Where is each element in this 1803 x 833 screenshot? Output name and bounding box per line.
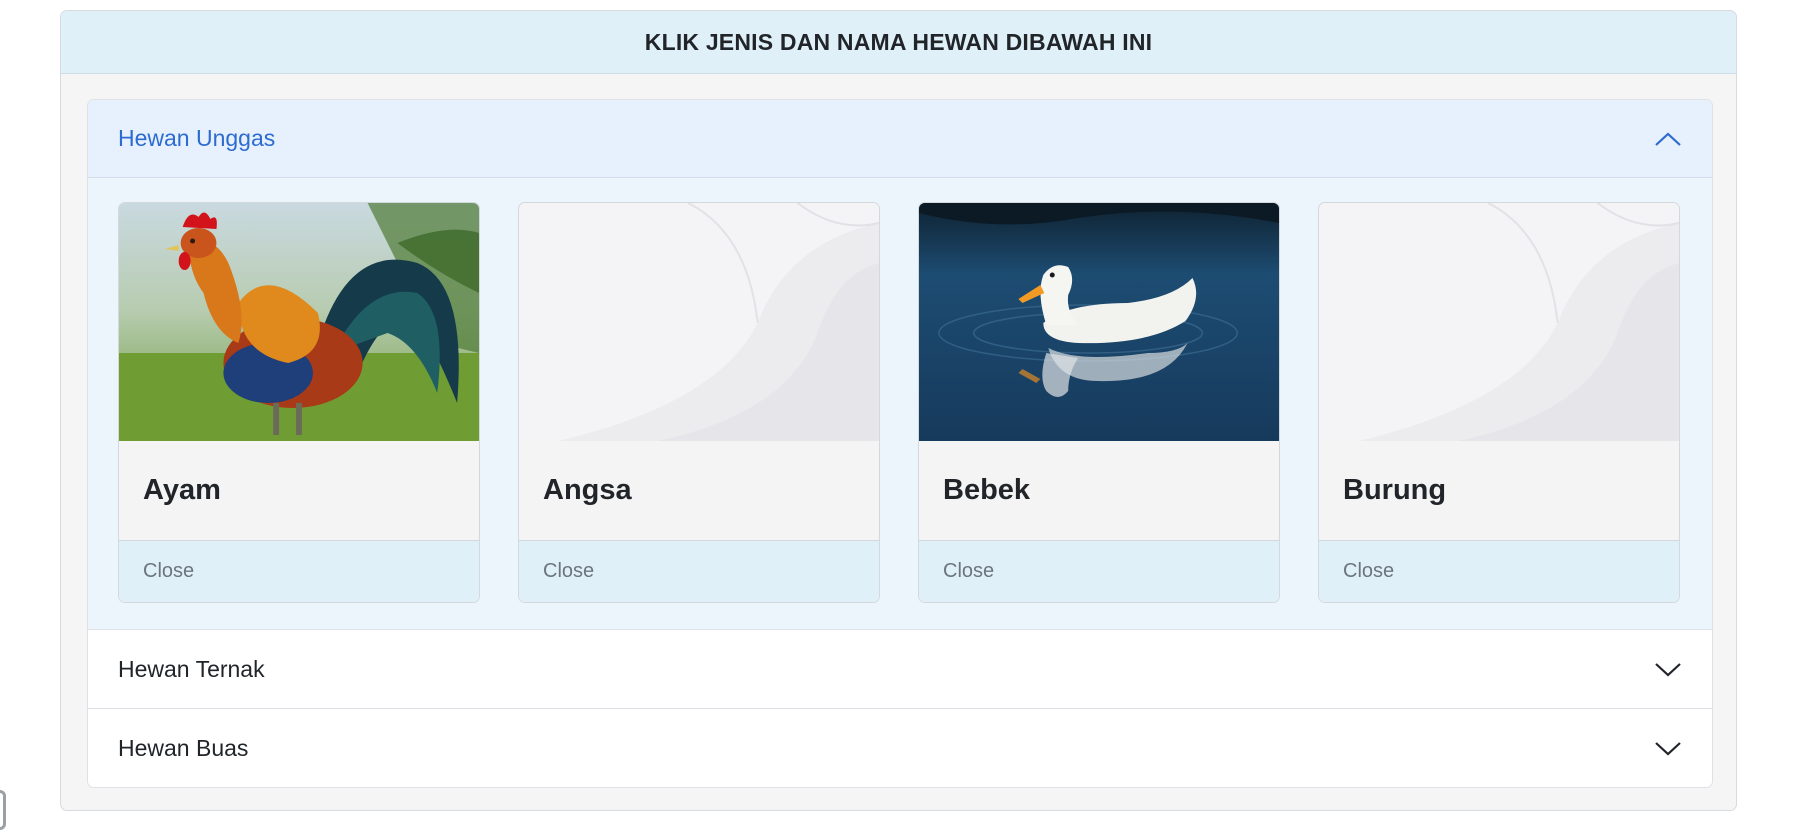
accordion-item-hewan-ternak: Hewan Ternak (88, 630, 1712, 709)
placeholder-wave-image (519, 203, 879, 441)
chevron-down-icon (1654, 738, 1682, 758)
accordion-item-hewan-buas: Hewan Buas (88, 709, 1712, 787)
card-close-button[interactable]: Close (119, 540, 479, 602)
animal-card-burung[interactable]: Burung Close (1318, 202, 1680, 603)
window-edge-decoration (0, 790, 6, 830)
chevron-up-icon (1654, 129, 1682, 149)
accordion-body-hewan-unggas: Ayam Close Angsa Close Bebek Close Burun… (88, 178, 1712, 629)
rooster-image (119, 203, 479, 441)
card-title: Ayam (143, 474, 221, 506)
panel-title: KLIK JENIS DAN NAMA HEWAN DIBAWAH INI (61, 11, 1736, 74)
accordion-label: Hewan Unggas (118, 125, 276, 151)
animal-card-bebek[interactable]: Bebek Close (918, 202, 1280, 603)
card-title: Burung (1343, 474, 1447, 506)
card-close-button[interactable]: Close (919, 540, 1279, 602)
accordion-header-hewan-ternak[interactable]: Hewan Ternak (88, 630, 1712, 708)
animal-panel: KLIK JENIS DAN NAMA HEWAN DIBAWAH INI He… (60, 10, 1737, 811)
animal-accordion: Hewan Unggas Ayam Close Angsa Close Bebe… (87, 99, 1713, 788)
placeholder-wave-image (1319, 203, 1679, 441)
accordion-header-hewan-buas[interactable]: Hewan Buas (88, 709, 1712, 787)
accordion-item-hewan-unggas: Hewan Unggas Ayam Close Angsa Close Bebe… (88, 100, 1712, 630)
card-title: Angsa (543, 474, 632, 506)
card-close-button[interactable]: Close (1319, 540, 1679, 602)
chevron-down-icon (1654, 659, 1682, 679)
duck-image (919, 203, 1279, 441)
animal-card-ayam[interactable]: Ayam Close (118, 202, 480, 603)
accordion-label: Hewan Buas (118, 734, 249, 761)
card-title: Bebek (943, 474, 1031, 506)
accordion-header-hewan-unggas[interactable]: Hewan Unggas (88, 100, 1712, 178)
animal-card-angsa[interactable]: Angsa Close (518, 202, 880, 603)
accordion-label: Hewan Ternak (118, 655, 265, 682)
card-close-button[interactable]: Close (519, 540, 879, 602)
